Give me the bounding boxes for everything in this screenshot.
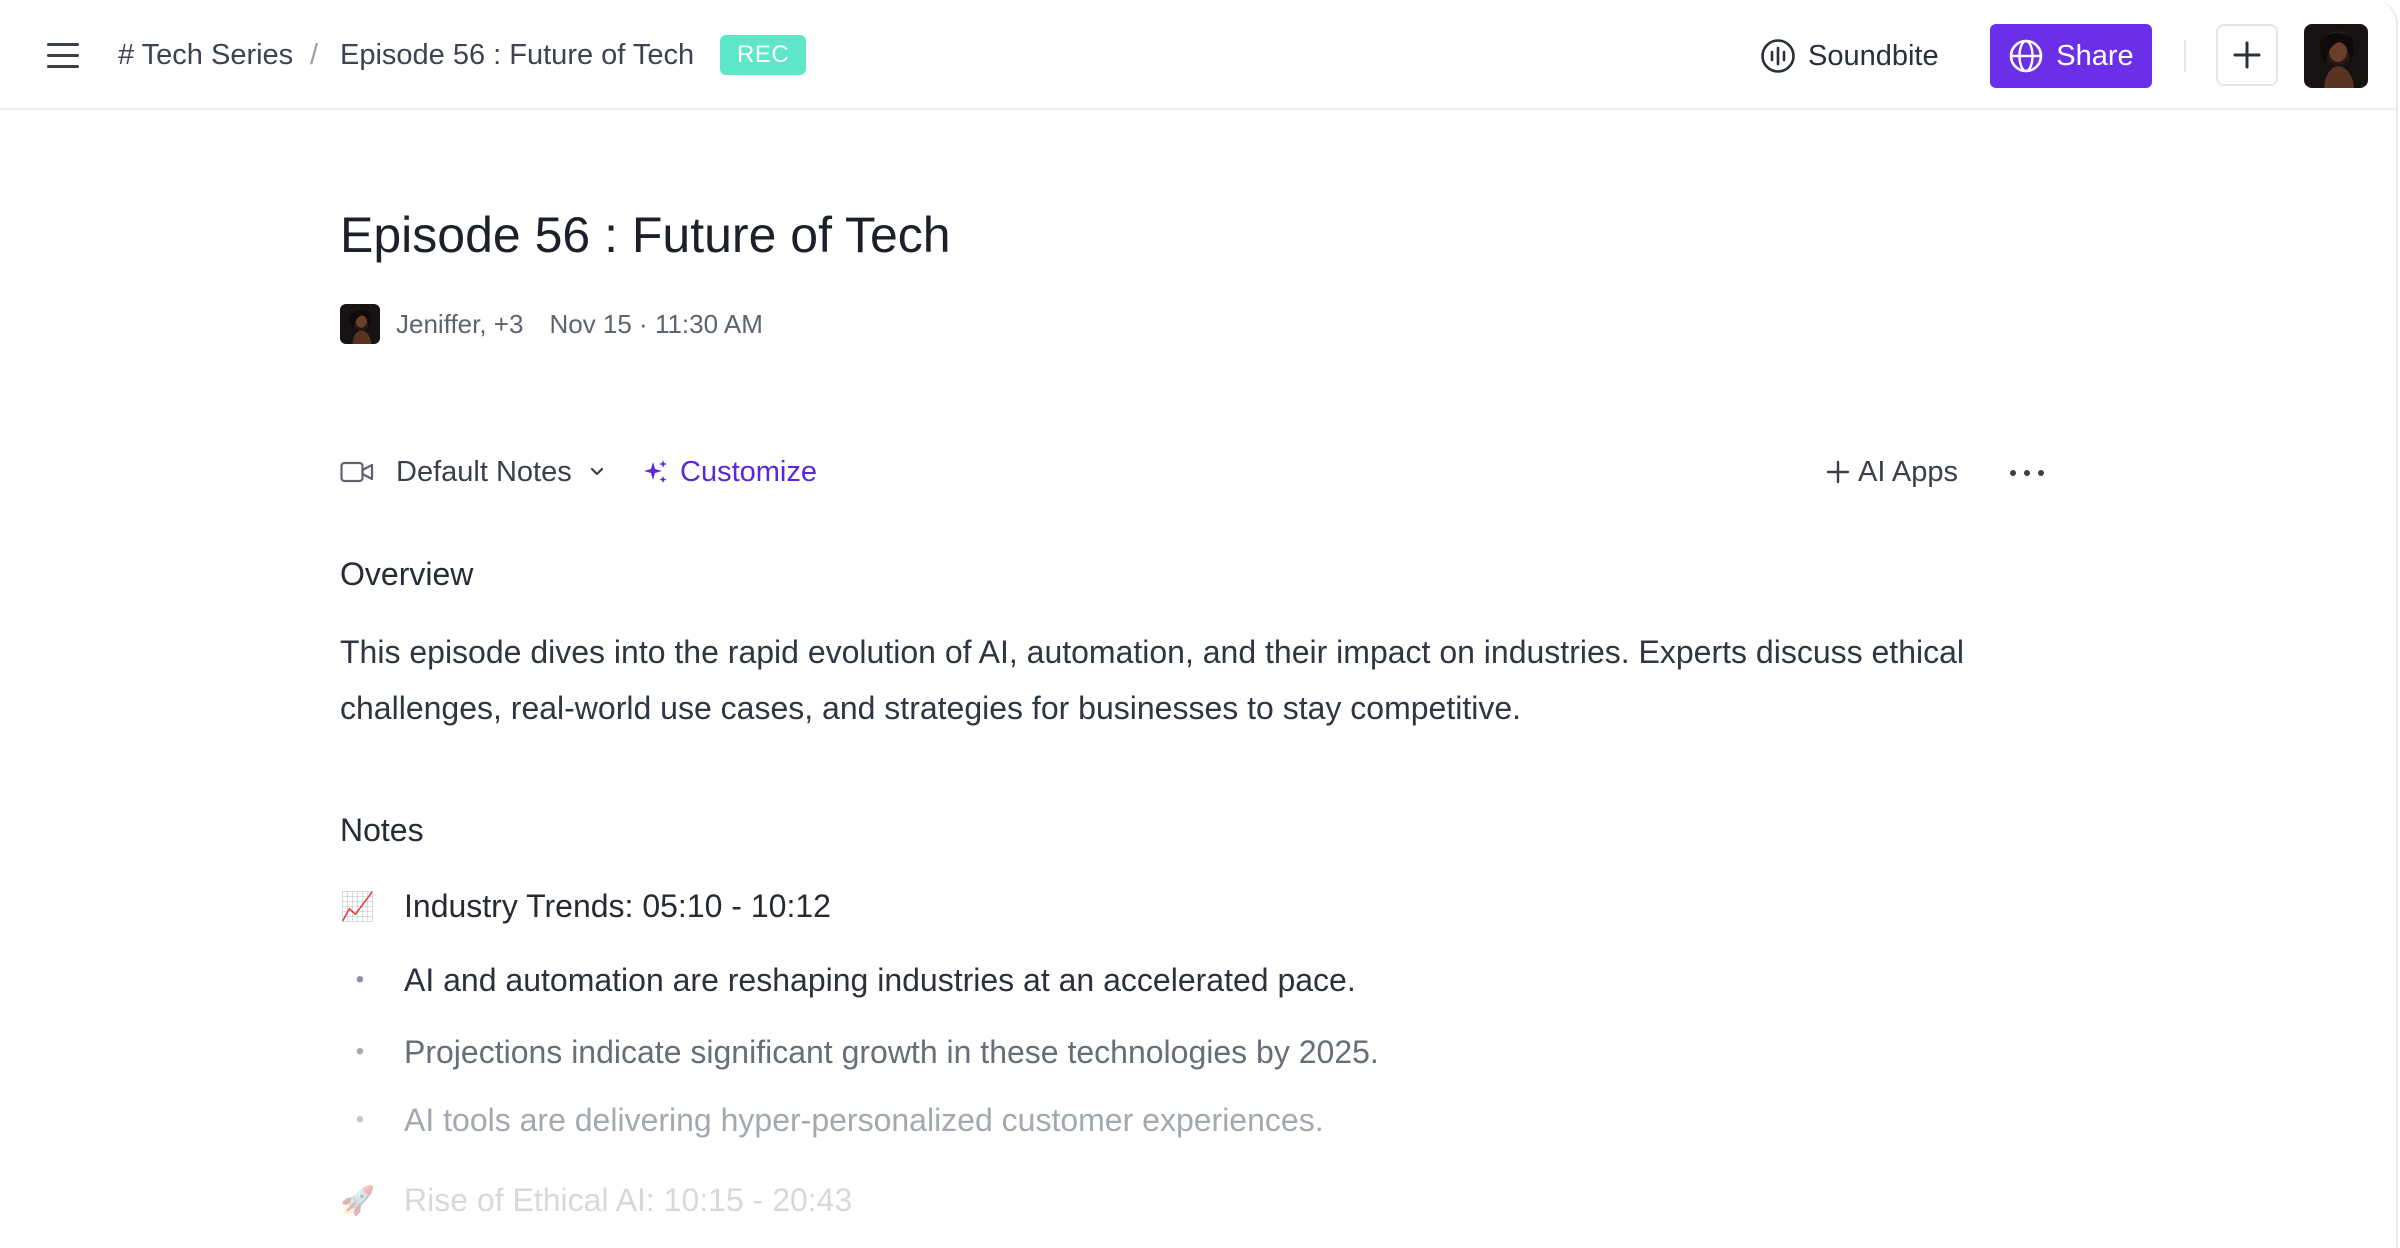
note-bullet: • Projections indicate significant growt… [340,1030,1379,1074]
top-bar: # Tech Series / Episode 56 : Future of T… [0,0,2398,110]
overview-heading: Overview [340,556,474,592]
ai-apps-button[interactable]: AI Apps [1826,448,1958,496]
meeting-meta: Jeniffer, +3 Nov 15 · 11:30 AM [340,304,763,344]
more-options-icon[interactable] [2008,456,2048,488]
meeting-datetime: Nov 15 · 11:30 AM [549,308,763,339]
share-label: Share [2056,39,2134,72]
customize-label: Customize [680,455,817,488]
note-section-title[interactable]: Rise of Ethical AI: 10:15 - 20:43 [404,1182,852,1219]
sparkles-icon [644,460,667,483]
soundbite-button[interactable]: Soundbite [1760,30,1939,82]
breadcrumb-parent[interactable]: # Tech Series [118,34,293,76]
avatar-image [2304,24,2368,88]
overview-text: This episode dives into the rapid evolut… [340,634,1964,726]
note-bullet: • AI tools are delivering hyper-personal… [340,1098,1324,1142]
hamburger-menu-icon[interactable] [42,35,86,75]
note-bullet-text: AI tools are delivering hyper-personaliz… [404,1101,1324,1138]
breadcrumb-current[interactable]: Episode 56 : Future of Tech [340,34,694,76]
avatar-image [340,304,380,344]
bullet-dot: • [355,966,365,993]
participants-label[interactable]: Jeniffer, +3 [396,309,523,340]
note-section-header: 🚀 Rise of Ethical AI: 10:15 - 20:43 [340,1178,852,1222]
customize-button[interactable]: Customize [642,448,817,496]
globe-icon [2009,39,2043,73]
recording-status-badge: REC [720,35,807,75]
notes-toolbar: Default Notes Customize AI Apps [340,448,2050,496]
note-bullet-text: Projections indicate significant growth … [404,1033,1379,1070]
notes-heading: Notes [340,812,424,848]
soundbite-label: Soundbite [1808,39,1939,72]
user-avatar[interactable] [2304,24,2368,88]
add-button[interactable] [2216,24,2278,86]
note-section-title[interactable]: Industry Trends: 05:10 - 10:12 [404,888,831,925]
chevron-down-icon [590,467,603,476]
plus-icon [2233,41,2261,69]
notes-template-label: Default Notes [396,455,572,488]
plus-icon [1826,460,1850,484]
note-bullet: • AI and automation are reshaping indust… [340,958,1356,1002]
ai-apps-label: AI Apps [1858,455,1958,488]
chart-increasing-icon: 📈 [340,890,375,922]
note-section-header: 📈 Industry Trends: 05:10 - 10:12 [340,884,831,928]
soundbite-icon [1761,39,1795,73]
video-camera-icon [340,461,374,483]
page-title: Episode 56 : Future of Tech [340,207,951,263]
share-button[interactable]: Share [1990,24,2152,88]
breadcrumb-separator: / [310,39,319,71]
notes-template-select[interactable]: Default Notes [340,448,606,496]
bullet-dot: • [355,1038,365,1065]
rocket-icon: 🚀 [340,1184,375,1216]
header-divider [2184,40,2186,72]
bullet-dot: • [355,1106,365,1133]
participant-avatar[interactable] [340,304,380,344]
note-bullet-text: AI and automation are reshaping industri… [404,961,1356,998]
